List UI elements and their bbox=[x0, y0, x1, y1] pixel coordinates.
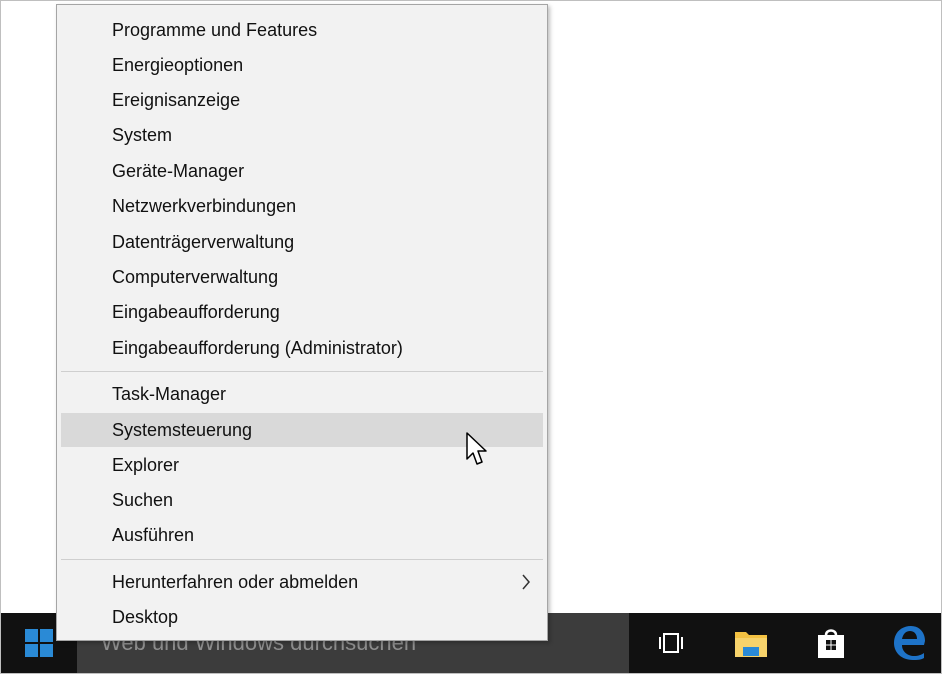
menu-item-system[interactable]: System bbox=[61, 118, 543, 152]
chevron-right-icon bbox=[519, 565, 533, 599]
menu-separator bbox=[61, 559, 543, 560]
menu-item-ausfuehren[interactable]: Ausführen bbox=[61, 518, 543, 552]
menu-item-eingabeaufforderung-admin[interactable]: Eingabeaufforderung (Administrator) bbox=[61, 331, 543, 365]
menu-item-label: Herunterfahren oder abmelden bbox=[112, 572, 359, 592]
menu-item-eingabeaufforderung[interactable]: Eingabeaufforderung bbox=[61, 295, 543, 329]
menu-item-ereignisanzeige[interactable]: Ereignisanzeige bbox=[61, 83, 543, 117]
menu-item-netzwerkverbindungen[interactable]: Netzwerkverbindungen bbox=[61, 189, 543, 223]
menu-item-task-manager[interactable]: Task-Manager bbox=[61, 377, 543, 411]
winx-context-menu: Programme und Features Energieoptionen E… bbox=[56, 4, 548, 641]
menu-item-datentraegerverwaltung[interactable]: Datenträgerverwaltung bbox=[61, 225, 543, 259]
file-explorer-button[interactable] bbox=[721, 613, 781, 673]
windows-start-icon bbox=[25, 629, 53, 657]
menu-item-programme-und-features[interactable]: Programme und Features bbox=[61, 13, 543, 47]
file-explorer-icon bbox=[735, 632, 767, 657]
menu-item-herunterfahren[interactable]: Herunterfahren oder abmelden bbox=[61, 565, 543, 599]
task-view-button[interactable] bbox=[641, 613, 701, 673]
menu-separator bbox=[61, 371, 543, 372]
menu-item-geraete-manager[interactable]: Geräte-Manager bbox=[61, 154, 543, 188]
edge-button[interactable] bbox=[879, 613, 939, 673]
store-button[interactable] bbox=[801, 613, 861, 673]
menu-item-suchen[interactable]: Suchen bbox=[61, 483, 543, 517]
menu-item-computerverwaltung[interactable]: Computerverwaltung bbox=[61, 260, 543, 294]
store-icon bbox=[818, 629, 844, 658]
task-view-icon bbox=[659, 633, 683, 653]
menu-item-desktop[interactable]: Desktop bbox=[61, 600, 543, 634]
menu-item-energieoptionen[interactable]: Energieoptionen bbox=[61, 48, 543, 82]
edge-icon bbox=[894, 626, 925, 660]
mouse-cursor-icon bbox=[466, 432, 487, 465]
